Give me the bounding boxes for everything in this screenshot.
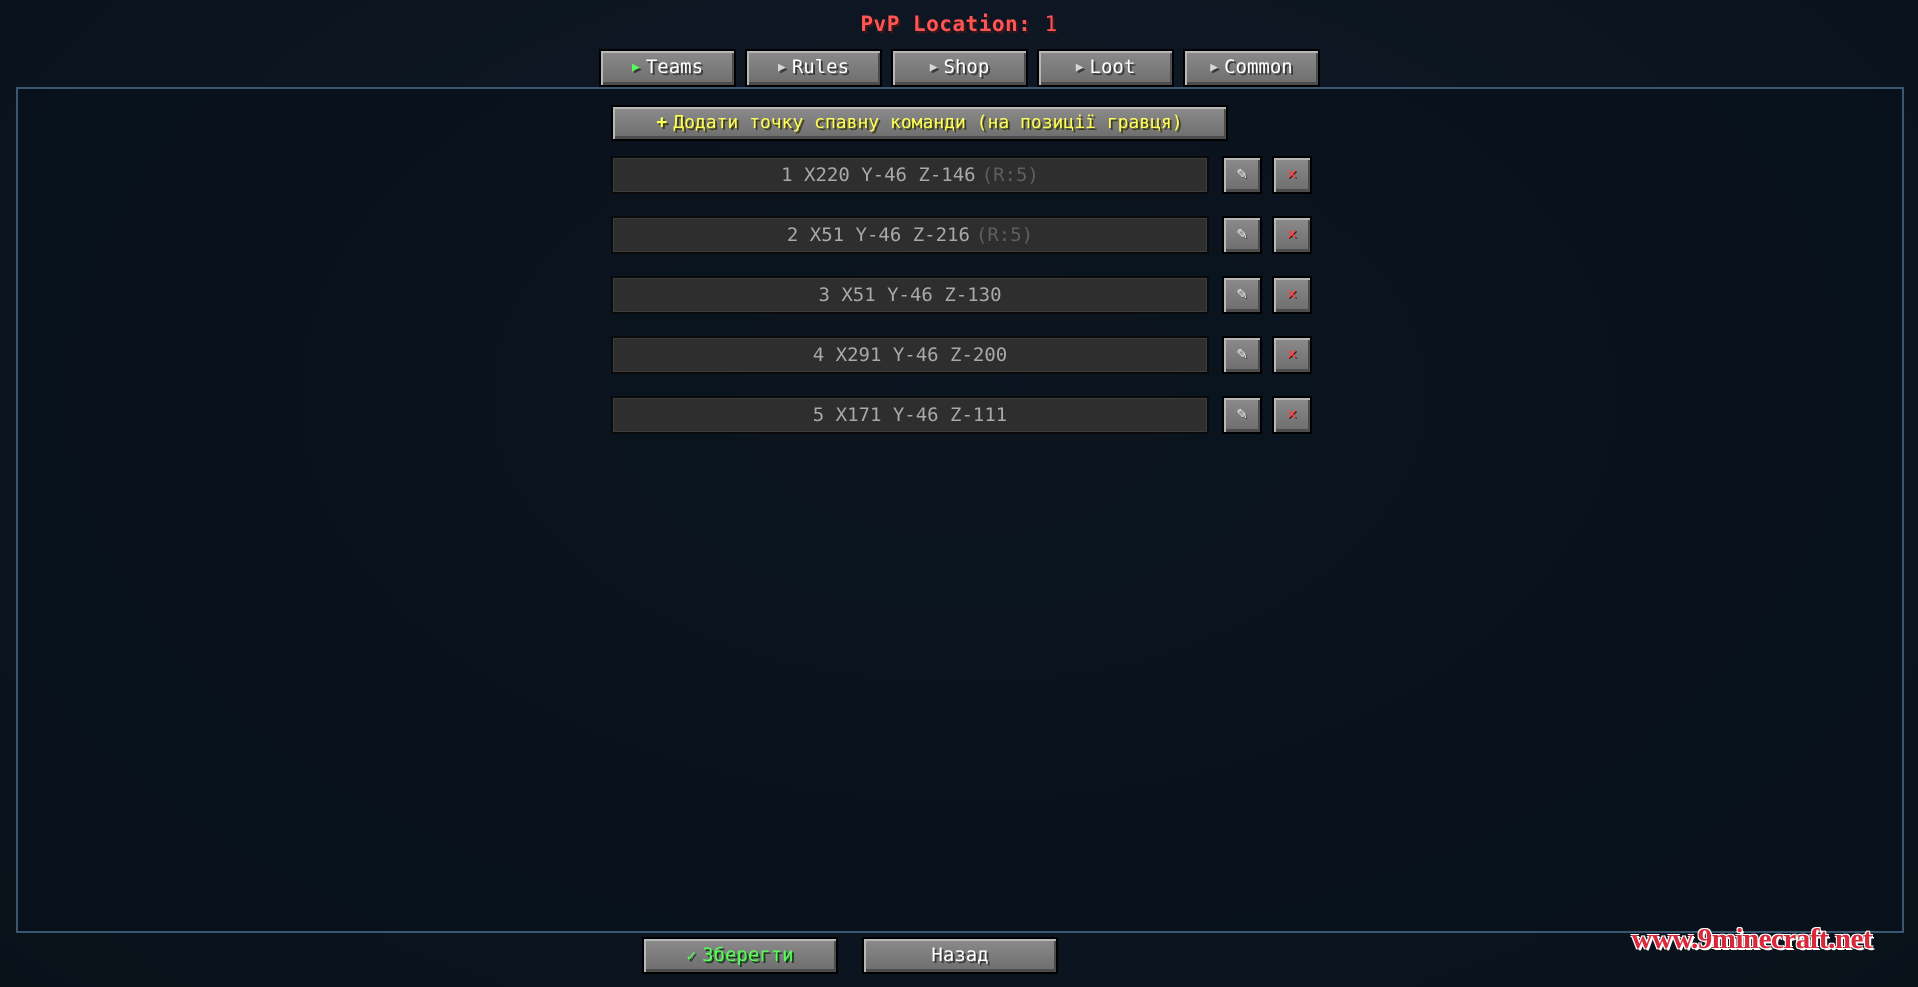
spawn-point-coordinates[interactable]: 3 X51 Y-46 Z-130: [611, 276, 1209, 314]
page-title: PvP Location: 1: [0, 12, 1918, 36]
edit-spawn-point-button[interactable]: ✎: [1222, 156, 1262, 194]
add-spawn-point-label: Додати точку спавну команди (на позиції …: [673, 112, 1183, 133]
spawn-point-text: 5 X171 Y-46 Z-111: [812, 404, 1008, 426]
tab-label: Shop: [943, 56, 990, 78]
edit-spawn-point-button[interactable]: ✎: [1222, 336, 1262, 374]
pencil-icon: ✎: [1236, 284, 1248, 304]
pvp-location-screen: PvP Location: 1 ▶ Teams ▶ Rules ▶ Shop ▶ Loo…: [0, 0, 1918, 987]
spawn-point-coordinates[interactable]: 1 X220 Y-46 Z-146 (R:5): [611, 156, 1209, 194]
spawn-point-coordinates[interactable]: 4 X291 Y-46 Z-200: [611, 336, 1209, 374]
tab-loot[interactable]: ▶ Loot: [1037, 49, 1174, 87]
pencil-icon: ✎: [1236, 344, 1248, 364]
title-label: PvP Location:: [860, 12, 1032, 36]
location-number: 1: [1044, 12, 1058, 36]
spawn-point-text: 1 X220 Y-46 Z-146: [781, 164, 976, 186]
spawn-point-radius: (R:5): [981, 164, 1039, 186]
close-icon: ✕: [1286, 164, 1298, 184]
tab-shop[interactable]: ▶ Shop: [891, 49, 1028, 87]
spawn-point-coordinates[interactable]: 2 X51 Y-46 Z-216 (R:5): [611, 216, 1209, 254]
content-panel: [16, 87, 1904, 933]
plus-icon: +: [656, 112, 668, 133]
delete-spawn-point-button[interactable]: ✕: [1272, 336, 1312, 374]
play-arrow-icon: ▶: [1075, 60, 1084, 75]
spawn-point-text: 3 X51 Y-46 Z-130: [818, 284, 1002, 306]
spawn-point-coordinates[interactable]: 5 X171 Y-46 Z-111: [611, 396, 1209, 434]
play-arrow-icon: ▶: [777, 60, 786, 75]
delete-spawn-point-button[interactable]: ✕: [1272, 216, 1312, 254]
spawn-point-text: 2 X51 Y-46 Z-216: [786, 224, 970, 246]
close-icon: ✕: [1286, 284, 1298, 304]
save-label: Зберегти: [702, 944, 794, 966]
edit-spawn-point-button[interactable]: ✎: [1222, 276, 1262, 314]
save-button[interactable]: ✓ Зберегти: [642, 937, 838, 974]
close-icon: ✕: [1286, 404, 1298, 424]
back-label: Назад: [931, 944, 989, 966]
tab-common[interactable]: ▶ Common: [1183, 49, 1320, 87]
back-button[interactable]: Назад: [862, 937, 1058, 974]
tab-label: Common: [1224, 56, 1293, 78]
tab-label: Teams: [645, 56, 704, 78]
checkmark-icon: ✓: [686, 946, 697, 965]
edit-spawn-point-button[interactable]: ✎: [1222, 216, 1262, 254]
tab-teams[interactable]: ▶ Teams: [599, 49, 736, 87]
close-icon: ✕: [1286, 344, 1298, 364]
tab-label: Loot: [1089, 56, 1136, 78]
spawn-point-text: 4 X291 Y-46 Z-200: [812, 344, 1008, 366]
pencil-icon: ✎: [1236, 164, 1248, 184]
add-spawn-point-button[interactable]: + Додати точку спавну команди (на позиції…: [611, 105, 1228, 141]
play-arrow-icon: ▶: [929, 60, 938, 75]
tab-rules[interactable]: ▶ Rules: [745, 49, 882, 87]
spawn-point-radius: (R:5): [975, 224, 1034, 246]
pencil-icon: ✎: [1236, 404, 1248, 424]
play-arrow-icon: ▶: [1210, 60, 1219, 75]
edit-spawn-point-button[interactable]: ✎: [1222, 396, 1262, 434]
close-icon: ✕: [1286, 224, 1298, 244]
watermark: www.9minecraft.net: [1631, 923, 1872, 955]
delete-spawn-point-button[interactable]: ✕: [1272, 156, 1312, 194]
delete-spawn-point-button[interactable]: ✕: [1272, 276, 1312, 314]
pencil-icon: ✎: [1236, 224, 1248, 244]
delete-spawn-point-button[interactable]: ✕: [1272, 396, 1312, 434]
tab-label: Rules: [791, 56, 850, 78]
play-arrow-icon: ▶: [631, 60, 640, 75]
